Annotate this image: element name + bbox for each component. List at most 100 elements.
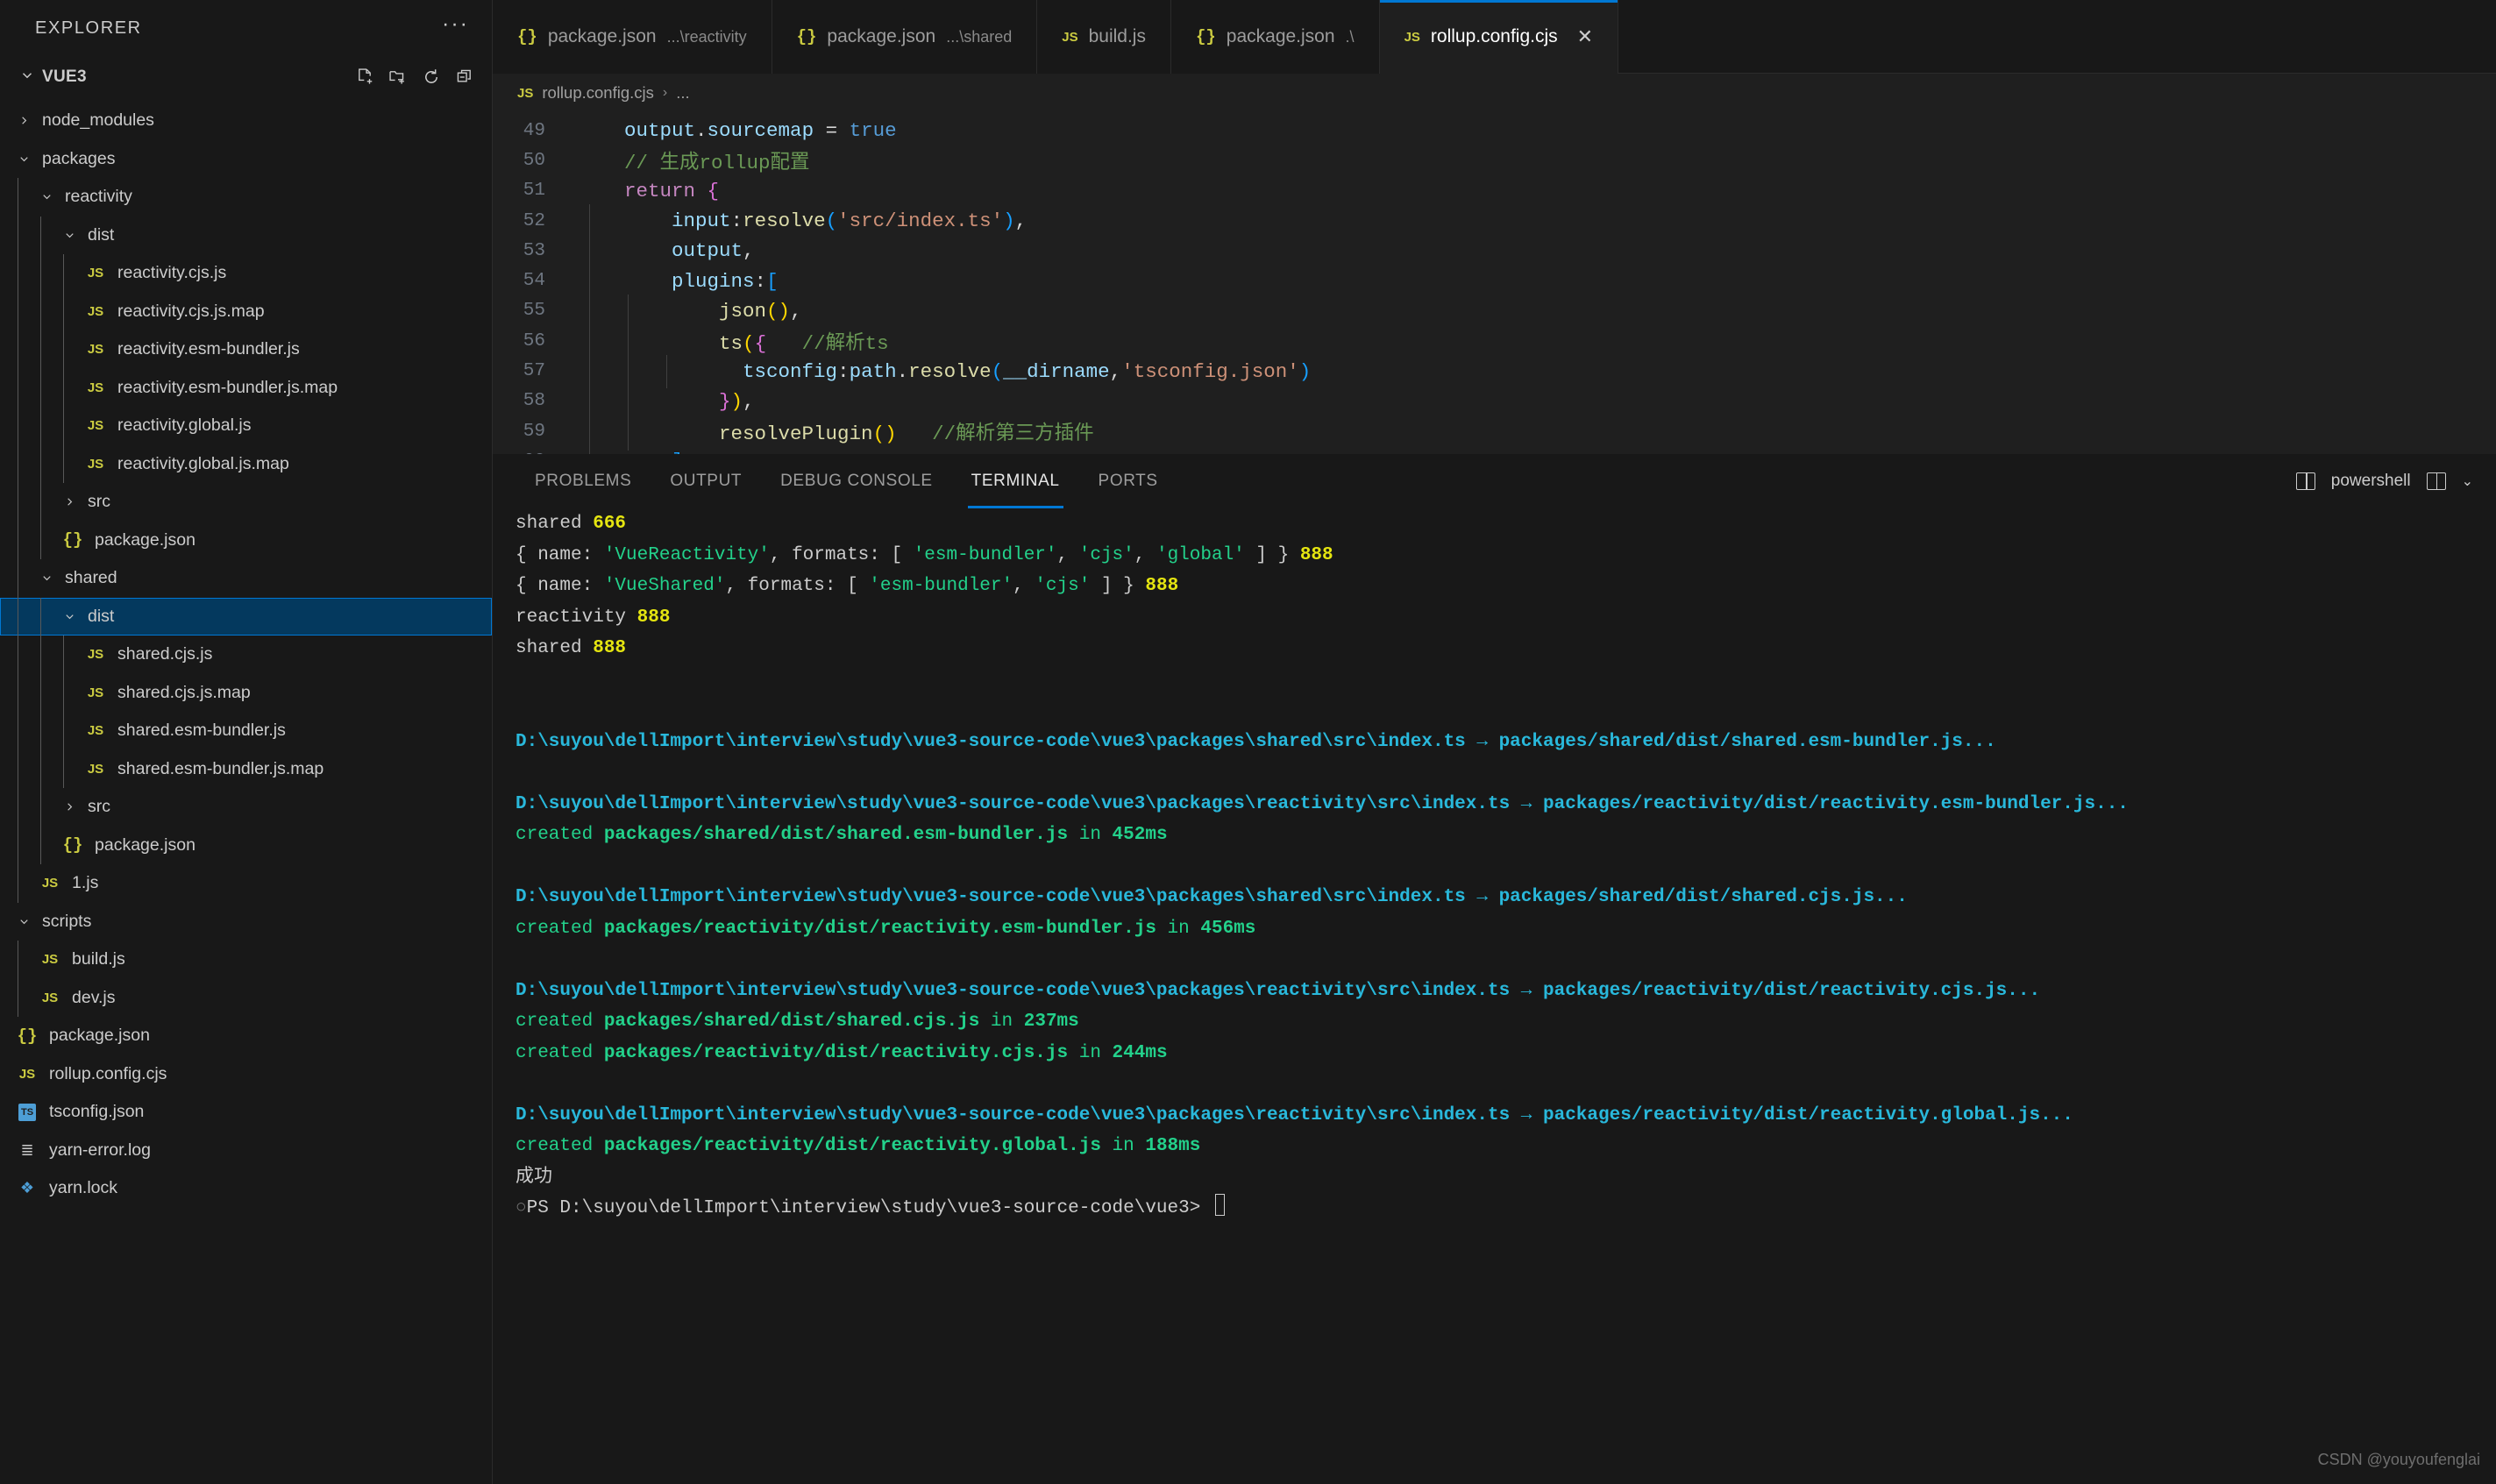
tree-file-row[interactable]: {} package.json (0, 521, 492, 559)
code-token: : (837, 359, 850, 383)
chevron-down-icon[interactable]: ⌄ (2462, 472, 2473, 490)
panel-tab-terminal[interactable]: TERMINAL (952, 454, 1079, 508)
split-terminal-icon[interactable] (2426, 472, 2446, 490)
tree-file-row[interactable]: ≣ yarn-error.log (0, 1132, 492, 1170)
tree-file-row[interactable]: JS rollup.config.cjs (0, 1055, 492, 1094)
prompt-text: PS D:\suyou\dellImport\interview\study\v… (526, 1198, 1212, 1218)
editor-tab[interactable]: JS rollup.config.cjs ✕ (1379, 0, 1619, 74)
line-number: 52 (523, 210, 545, 231)
close-icon[interactable]: ✕ (1577, 27, 1593, 46)
breadcrumb-tail[interactable]: ... (676, 83, 689, 103)
tree-item-label: dist (88, 224, 115, 245)
new-file-icon[interactable] (355, 67, 374, 87)
tree-file-row[interactable]: JS shared.cjs.js.map (0, 673, 492, 712)
tree-item-label: reactivity.cjs.js (117, 263, 227, 283)
tree-file-row[interactable]: JS 1.js (0, 864, 492, 903)
terminal-line: D:\suyou\dellImport\interview\study\vue3… (516, 976, 2496, 1007)
line-number: 49 (523, 120, 545, 141)
code-editor[interactable]: 49 output.sourcemap = true 50 // 生成rollup… (493, 112, 2496, 454)
terminal-output[interactable]: shared 666{ name: 'VueReactivity', forma… (493, 508, 2496, 1484)
tree-file-row[interactable]: JS shared.cjs.js (0, 635, 492, 674)
terminal-token: packages/shared/dist/shared.esm-bundler.… (603, 825, 1069, 845)
watermark: CSDN @youyoufenglai (2317, 1450, 2480, 1468)
terminal-prompt[interactable]: ○PS D:\suyou\dellImport\interview\study\… (516, 1193, 2496, 1225)
terminal-shell-label[interactable]: powershell (2331, 472, 2411, 491)
terminal-token: 456ms (1200, 918, 1256, 939)
refresh-icon[interactable] (422, 67, 441, 87)
code-line: 53 output, (493, 234, 2496, 268)
tree-folder-row[interactable]: src (0, 483, 492, 522)
editor-tab[interactable]: {} package.json ...\shared (772, 0, 1038, 74)
terminal-token: D:\suyou\dellImport\interview\study\vue3… (516, 1104, 2073, 1125)
ts-file-icon: TS (12, 1103, 42, 1121)
chevron-right-icon (12, 114, 35, 127)
tree-file-row[interactable]: JS reactivity.global.js.map (0, 444, 492, 483)
tree-file-row[interactable]: JS reactivity.global.js (0, 407, 492, 445)
terminal-token: ] } (1090, 576, 1146, 596)
terminal-token: 'global' (1156, 544, 1245, 565)
more-actions-icon[interactable]: ··· (442, 13, 469, 37)
tree-file-row[interactable]: JS reactivity.cjs.js.map (0, 292, 492, 330)
panel-tab-output[interactable]: OUTPUT (651, 454, 761, 508)
bottom-panel: PROBLEMS OUTPUT DEBUG CONSOLE TERMINAL PORTS… (493, 454, 2496, 1484)
editor-tab[interactable]: {} package.json .\ (1170, 0, 1380, 74)
tree-folder-row[interactable]: dist (0, 216, 492, 254)
code-token: 'tsconfig.json' (1121, 359, 1299, 383)
terminal-line: shared 888 (516, 633, 2496, 664)
chevron-down-icon (58, 610, 81, 623)
code-token: ( (743, 332, 755, 356)
code-token: ) (1298, 359, 1312, 383)
tree-folder-row[interactable]: reactivity (0, 178, 492, 217)
tree-file-row[interactable]: JS shared.esm-bundler.js (0, 712, 492, 750)
tree-file-row[interactable]: JS dev.js (0, 978, 492, 1017)
tree-file-row[interactable]: JS shared.esm-bundler.js.map (0, 749, 492, 788)
code-text: ts({ //解析ts (565, 322, 889, 361)
collapse-all-icon[interactable] (455, 67, 474, 87)
terminal-line: created packages/reactivity/dist/reactiv… (516, 1131, 2496, 1162)
tree-file-row[interactable]: ❖ yarn.lock (0, 1169, 492, 1208)
line-number: 54 (523, 271, 545, 292)
tree-file-row[interactable]: {} package.json (0, 826, 492, 864)
tree-file-row[interactable]: JS reactivity.esm-bundler.js (0, 330, 492, 369)
new-folder-icon[interactable] (388, 67, 408, 87)
workspace-root-row[interactable]: VUE3 (0, 56, 492, 98)
chevron-down-icon (19, 67, 35, 88)
tree-folder-row[interactable]: dist (0, 597, 492, 635)
tree-file-row[interactable]: JS build.js (0, 941, 492, 979)
breadcrumb-file[interactable]: rollup.config.cjs (542, 83, 654, 103)
tree-item-label: reactivity.esm-bundler.js (117, 339, 300, 359)
terminal-token: 888 (1145, 576, 1179, 596)
tree-item-label: package.json (95, 834, 196, 855)
panel-tab-debug-console[interactable]: DEBUG CONSOLE (761, 454, 952, 508)
json-file-icon: {} (796, 27, 817, 46)
editor-tab[interactable]: {} package.json ...\reactivity (493, 0, 772, 74)
terminal-shell-icon (2295, 472, 2315, 490)
tree-file-row[interactable]: JS reactivity.cjs.js (0, 254, 492, 293)
tree-folder-row[interactable]: packages (0, 140, 492, 179)
panel-tab-problems[interactable]: PROBLEMS (516, 454, 651, 508)
terminal-token: D:\suyou\dellImport\interview\study\vue3… (516, 980, 2041, 1001)
terminal-line: created packages/shared/dist/shared.cjs.… (516, 1006, 2496, 1038)
js-file-icon: JS (87, 761, 104, 777)
panel-tab-ports[interactable]: PORTS (1079, 454, 1177, 508)
chevron-down-icon (12, 915, 35, 928)
code-token: () (872, 422, 897, 446)
tab-label: rollup.config.cjs (1430, 26, 1558, 46)
tree-file-row[interactable]: JS reactivity.esm-bundler.js.map (0, 368, 492, 407)
terminal-token: D:\suyou\dellImport\interview\study\vue3… (516, 887, 1908, 907)
tree-item-label: dist (88, 606, 115, 626)
tree-folder-row[interactable]: node_modules (0, 102, 492, 140)
tree-item-label: yarn-error.log (49, 1140, 151, 1160)
tree-file-row[interactable]: {} package.json (0, 1017, 492, 1055)
lock-file-icon: ❖ (19, 1179, 35, 1197)
tree-folder-row[interactable]: scripts (0, 903, 492, 941)
tree-folder-row[interactable]: src (0, 788, 492, 827)
tree-folder-row[interactable]: shared (0, 559, 492, 598)
tabbar-empty-space (1618, 0, 2496, 74)
tree-file-row[interactable]: TS tsconfig.json (0, 1093, 492, 1132)
editor-tab[interactable]: JS build.js (1037, 0, 1171, 74)
breadcrumb[interactable]: JS rollup.config.cjs › ... (493, 74, 2496, 112)
